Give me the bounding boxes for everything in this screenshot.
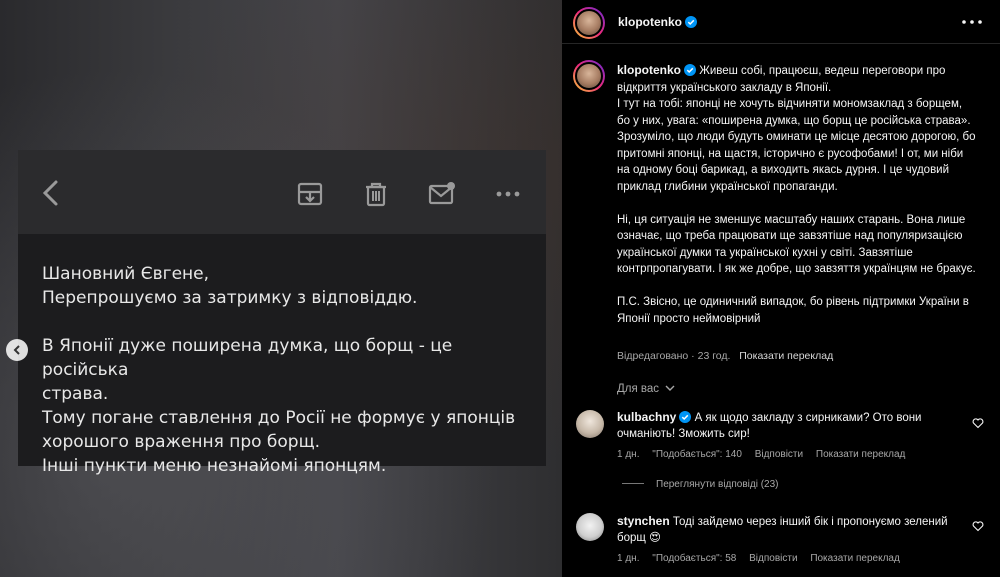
comment-likes[interactable]: "Подобається": 140: [652, 449, 742, 460]
chevron-left-icon: [13, 345, 20, 355]
chevron-left-icon: [42, 180, 58, 206]
comment-meta: 1 дн. "Подобається": 140 Відповісти Пока…: [617, 449, 915, 460]
reply-button[interactable]: Відповісти: [755, 449, 803, 460]
comment-meta: 1 дн. "Подобається": 58 Відповісти Показ…: [617, 553, 910, 564]
verified-badge-icon: [684, 64, 697, 76]
caption-paragraph: П.С. Звісно, це одиничний випадок, бо рі…: [617, 296, 969, 325]
caption-username[interactable]: klopotenko: [617, 63, 681, 77]
caption-paragraph: І тут на тобі: японці не хочуть відчинят…: [617, 98, 976, 193]
chevron-down-icon: [665, 385, 675, 391]
avatar: [575, 9, 603, 37]
more-options-icon[interactable]: [960, 18, 984, 26]
sort-label: Для вас: [617, 383, 660, 395]
comment: stynchen Тоді зайдемо через інший бік і …: [617, 513, 977, 546]
commenter-avatar[interactable]: [576, 410, 604, 438]
more-horizontal-icon: [496, 191, 520, 197]
email-line: Інші пункти меню незнайомі японцям.: [42, 456, 387, 476]
email-line: хорошого враження про борщ.: [42, 432, 321, 452]
email-line: страва.: [42, 384, 109, 404]
edited-label: Відредаговано: [617, 350, 689, 362]
comment-time[interactable]: 1 дн.: [617, 449, 639, 460]
email-body: Шановний Євгене, Перепрошуємо за затримк…: [42, 262, 542, 478]
archive-icon: [297, 182, 323, 206]
email-line: Тому погане ставлення до Росії не формує…: [42, 408, 516, 428]
comment-likes[interactable]: "Подобається": 58: [652, 553, 736, 564]
comment-username[interactable]: kulbachny: [617, 410, 676, 424]
avatar-ring[interactable]: [573, 7, 605, 39]
caption-avatar-ring[interactable]: [573, 60, 605, 92]
caption-time[interactable]: 23 год.: [698, 350, 731, 362]
comment-username[interactable]: stynchen: [617, 514, 670, 528]
email-line: Перепрошуємо за затримку з відповіддю.: [42, 288, 418, 308]
previous-slide-button[interactable]: [6, 339, 28, 361]
mail-unread-icon: [428, 182, 455, 205]
caption-paragraph: Ні, ця ситуація не зменшує масштабу наши…: [617, 213, 976, 276]
email-line: [42, 310, 542, 334]
comments-sort-dropdown[interactable]: Для вас: [617, 383, 675, 395]
show-translation-button[interactable]: Показати переклад: [739, 350, 833, 362]
view-replies-label: Переглянути відповіді (23): [656, 479, 779, 490]
show-translation-button[interactable]: Показати переклад: [816, 449, 905, 460]
post-sidebar: klopotenko klopotenko Живеш собі, працює…: [562, 0, 1000, 577]
username-link[interactable]: klopotenko: [618, 15, 682, 29]
post-header: klopotenko: [562, 0, 1000, 44]
verified-badge-icon: [685, 16, 698, 28]
trash-icon: [366, 182, 386, 207]
post-caption: klopotenko Живеш собі, працюєш, ведеш пе…: [617, 62, 977, 327]
show-translation-button[interactable]: Показати переклад: [810, 553, 899, 564]
header-username[interactable]: klopotenko: [618, 15, 698, 29]
avatar: [575, 62, 603, 90]
email-line: Шановний Євгене,: [42, 264, 210, 284]
heart-icon[interactable]: [972, 417, 984, 429]
comment: kulbachny А як щодо закладу з сирниками?…: [617, 409, 977, 442]
email-line: В Японії дуже поширена думка, що борщ - …: [42, 336, 453, 380]
comment-time[interactable]: 1 дн.: [617, 553, 639, 564]
caption-meta: Відредаговано · 23 год. Показати перекла…: [617, 350, 834, 362]
view-replies-button[interactable]: Переглянути відповіді (23): [622, 479, 779, 490]
post-media: Шановний Євгене, Перепрошуємо за затримк…: [0, 0, 562, 577]
reply-button[interactable]: Відповісти: [749, 553, 797, 564]
heart-icon[interactable]: [972, 520, 984, 532]
verified-badge-icon: [679, 411, 692, 423]
email-screenshot: Шановний Євгене, Перепрошуємо за затримк…: [18, 150, 546, 476]
email-toolbar: [18, 150, 546, 234]
commenter-avatar[interactable]: [576, 513, 604, 541]
